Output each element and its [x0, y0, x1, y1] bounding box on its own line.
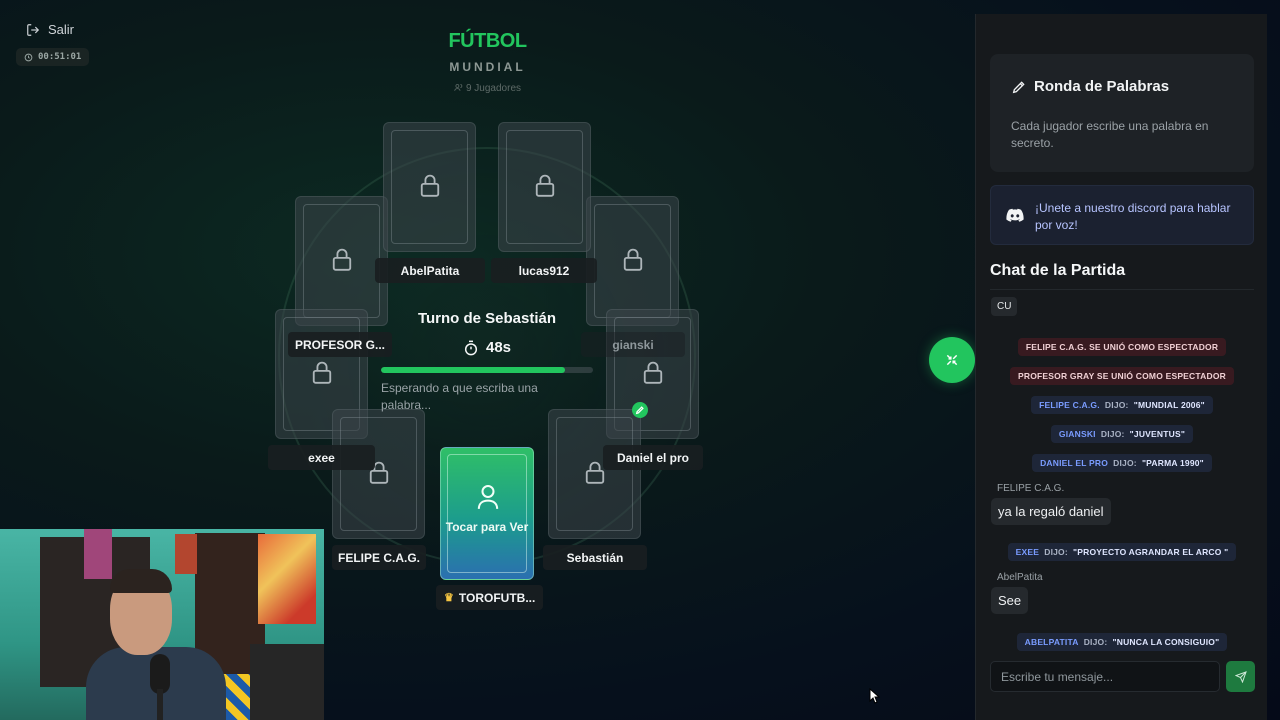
turn-seconds: 48s — [485, 339, 512, 356]
said-author: FELIPE C.A.G. — [1039, 400, 1100, 410]
turn-progress-bar — [381, 367, 593, 373]
player-name-label: exee — [268, 445, 375, 470]
word-said-message: FELIPE C.A.G. DIJO: "MUNDIAL 2006" — [990, 395, 1254, 414]
stopwatch-icon — [464, 340, 478, 355]
turn-title: Turno de Sebastián — [417, 310, 557, 327]
pencil-icon — [1012, 80, 1025, 93]
said-word: "NUNCA LA CONSIGUIO" — [1112, 637, 1220, 647]
said-author: ABELPATITA — [1024, 637, 1079, 647]
my-name-label: ♛ TOROFUTB... — [436, 585, 544, 610]
mouse-cursor-icon — [869, 688, 881, 704]
players-count-label: 9 Jugadores — [465, 83, 522, 94]
done-badge — [632, 402, 648, 418]
said-verb: DIJO: — [1044, 547, 1068, 557]
my-secret-card[interactable]: Tocar para Ver — [440, 447, 534, 580]
word-said-message: EXEE DIJO: "PROYECTO AGRANDAR EL ARCO " — [990, 542, 1254, 561]
players-count: 9 Jugadores — [0, 83, 975, 94]
player-name-label: Sebastián — [543, 545, 647, 570]
player-name-label: AbelPatita — [375, 258, 485, 283]
said-verb: DIJO: — [1104, 400, 1129, 410]
round-title: Ronda de Palabras — [1011, 78, 1169, 95]
system-message: FELIPE C.A.G. SE UNIÓ COMO ESPECTADOR — [990, 337, 1254, 356]
said-author: EXEE — [1015, 547, 1040, 557]
word-said-message: GIANSKI DIJO: "JUVENTUS" — [990, 424, 1254, 443]
collapse-icon — [946, 354, 958, 366]
game-title: FÚTBOL — [448, 30, 527, 52]
turn-timer: 48s — [380, 339, 594, 356]
word-said-message: DANIEL EL PRO DIJO: "PARMA 1990" — [990, 453, 1254, 472]
webcam-overlay — [0, 529, 324, 720]
round-title-label: Ronda de Palabras — [1034, 78, 1170, 95]
round-description: Cada jugador escribe una palabra en secr… — [1011, 119, 1209, 150]
said-verb: DIJO: — [1083, 637, 1108, 647]
pencil-icon — [635, 406, 644, 415]
system-message-text: FELIPE C.A.G. SE UNIÓ COMO ESPECTADOR — [1017, 338, 1227, 356]
side-panel: Ronda de Palabras Cada jugador escribe u… — [975, 14, 1267, 720]
users-icon — [454, 84, 463, 91]
lock-icon — [643, 361, 662, 384]
said-word: "PROYECTO AGRANDAR EL ARCO " — [1073, 547, 1229, 557]
lock-icon — [535, 174, 554, 197]
game-subtitle: MUNDIAL — [449, 60, 526, 74]
tap-to-view-label: Tocar para Ver — [445, 520, 529, 534]
send-icon — [1234, 670, 1247, 683]
lock-icon — [623, 248, 642, 271]
chat-message: See — [991, 587, 1029, 614]
user-icon — [477, 484, 499, 509]
toggle-panel-button[interactable] — [929, 337, 975, 383]
turn-status: Esperando a que escriba una palabra... — [381, 381, 538, 412]
said-word: "MUNDIAL 2006" — [1133, 400, 1205, 410]
turn-progress-fill — [381, 367, 566, 373]
player-name-label: gianski — [581, 332, 685, 357]
discord-invite-text: ¡Unete a nuestro discord para hablar por… — [1035, 201, 1231, 232]
player-name-label: Daniel el pro — [603, 445, 703, 470]
chat-message: CU — [991, 297, 1018, 316]
chat-message: ya la regaló daniel — [991, 498, 1111, 525]
chat-divider — [990, 289, 1254, 290]
my-name: TOROFUTB... — [458, 590, 536, 605]
chat-author: FELIPE C.A.G. — [997, 483, 1065, 494]
player-card-sebastian — [548, 409, 641, 539]
system-message: PROFESOR GRAY SE UNIÓ COMO ESPECTADOR — [990, 366, 1254, 385]
lock-icon — [332, 248, 351, 271]
chat-author: AbelPatita — [997, 572, 1043, 583]
said-word: "JUVENTUS" — [1129, 429, 1186, 439]
round-info-card: Ronda de Palabras Cada jugador escribe u… — [990, 54, 1254, 172]
player-card-felipe — [332, 409, 425, 539]
chat-input[interactable] — [991, 662, 1219, 691]
lock-icon — [420, 174, 439, 197]
discord-icon — [1006, 208, 1024, 222]
discord-invite[interactable]: ¡Unete a nuestro discord para hablar por… — [990, 185, 1254, 245]
player-name-label: lucas912 — [491, 258, 597, 283]
said-verb: DIJO: — [1100, 429, 1125, 439]
system-message-text: PROFESOR GRAY SE UNIÓ COMO ESPECTADOR — [1010, 367, 1234, 385]
said-author: DANIEL EL PRO — [1040, 458, 1109, 468]
player-card-abelpatita — [383, 122, 476, 252]
chat-input-wrapper — [990, 661, 1220, 692]
player-card-gianski — [586, 196, 679, 326]
lock-icon — [312, 361, 331, 384]
said-verb: DIJO: — [1113, 458, 1137, 468]
chat-title: Chat de la Partida — [990, 262, 1126, 279]
word-said-message: ABELPATITA DIJO: "NUNCA LA CONSIGUIO" — [990, 632, 1254, 651]
crown-icon: ♛ — [444, 592, 454, 604]
said-word: "PARMA 1990" — [1141, 458, 1204, 468]
player-name-label: FELIPE C.A.G. — [332, 545, 426, 570]
said-author: GIANSKI — [1058, 429, 1096, 439]
send-button[interactable] — [1226, 661, 1255, 692]
player-name-label: PROFESOR G... — [288, 332, 392, 357]
player-card-lucas912 — [498, 122, 591, 252]
